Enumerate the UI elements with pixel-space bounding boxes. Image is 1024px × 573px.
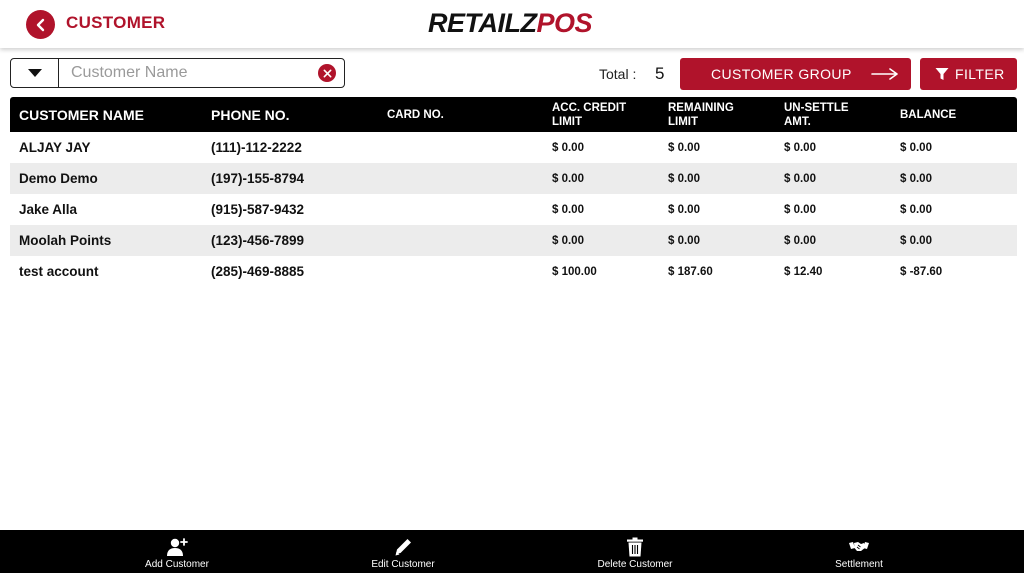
cell-customer-name: Moolah Points xyxy=(19,233,112,248)
handshake-icon xyxy=(849,542,869,551)
customer-name-search-input[interactable] xyxy=(59,59,318,87)
delete-customer-label: Delete Customer xyxy=(597,559,673,570)
column-header-card-no[interactable]: CARD NO. xyxy=(387,97,444,132)
column-header-phone[interactable]: PHONE NO. xyxy=(211,97,290,132)
column-header-balance[interactable]: BALANCE xyxy=(900,97,956,132)
close-icon xyxy=(323,69,331,77)
filter-button[interactable]: FILTER xyxy=(920,58,1017,90)
cell-balance: $ 0.00 xyxy=(900,172,932,185)
cell-phone: (285)-469-8885 xyxy=(211,264,305,279)
cell-balance: $ 0.00 xyxy=(900,141,932,154)
trash-icon xyxy=(627,537,643,557)
brand-logo-part1: RETAILZ xyxy=(428,8,537,38)
cell-credit-limit: $ 0.00 xyxy=(552,141,584,154)
cell-customer-name: Jake Alla xyxy=(19,202,78,217)
cell-unsettle-amt: $ 0.00 xyxy=(784,141,816,154)
cell-balance: $ 0.00 xyxy=(900,203,932,216)
back-button[interactable] xyxy=(26,10,55,39)
arrow-right-icon xyxy=(871,68,898,80)
table-row[interactable]: Moolah Points (123)-456-7899 $ 0.00 $ 0.… xyxy=(10,225,1017,256)
total-label: Total : xyxy=(599,66,637,82)
chevron-left-icon xyxy=(36,18,44,31)
filter-label: FILTER xyxy=(955,66,1005,82)
column-header-customer-name[interactable]: CUSTOMER NAME xyxy=(19,97,144,132)
table-row[interactable]: Demo Demo (197)-155-8794 $ 0.00 $ 0.00 $… xyxy=(10,163,1017,194)
cell-customer-name: Demo Demo xyxy=(19,171,98,186)
caret-down-icon xyxy=(27,69,42,77)
search-type-dropdown[interactable] xyxy=(11,59,59,87)
cell-unsettle-amt: $ 0.00 xyxy=(784,234,816,247)
customer-group-button[interactable]: CUSTOMER GROUP xyxy=(680,58,911,90)
column-header-remaining-limit[interactable]: REMAINING LIMIT xyxy=(668,97,748,132)
cell-credit-limit: $ 0.00 xyxy=(552,172,584,185)
customer-group-label: CUSTOMER GROUP xyxy=(711,66,852,82)
cell-remaining-limit: $ 0.00 xyxy=(668,234,700,247)
column-header-unsettle-amt[interactable]: UN-SETTLE AMT. xyxy=(784,97,864,132)
cell-remaining-limit: $ 0.00 xyxy=(668,141,700,154)
clear-search-button[interactable] xyxy=(318,64,336,82)
settlement-button[interactable]: Settlement xyxy=(779,530,939,573)
cell-credit-limit: $ 100.00 xyxy=(552,265,597,278)
column-header-credit-limit[interactable]: ACC. CREDIT LIMIT xyxy=(552,97,642,132)
table-row[interactable]: Jake Alla (915)-587-9432 $ 0.00 $ 0.00 $… xyxy=(10,194,1017,225)
cell-phone: (123)-456-7899 xyxy=(211,233,305,248)
cell-phone: (197)-155-8794 xyxy=(211,171,305,186)
cell-unsettle-amt: $ 0.00 xyxy=(784,203,816,216)
settlement-label: Settlement xyxy=(835,559,883,570)
cell-phone: (111)-112-2222 xyxy=(211,140,302,155)
page-title: CUSTOMER xyxy=(66,13,166,32)
filter-icon xyxy=(935,68,949,80)
brand-logo: RETAILZPOS xyxy=(428,8,593,39)
app-header: CUSTOMER RETAILZPOS xyxy=(0,0,1024,48)
cell-remaining-limit: $ 0.00 xyxy=(668,172,700,185)
cell-phone: (915)-587-9432 xyxy=(211,202,305,217)
edit-customer-label: Edit Customer xyxy=(371,559,435,570)
add-customer-button[interactable]: Add Customer xyxy=(97,530,257,573)
cell-balance: $ 0.00 xyxy=(900,234,932,247)
add-customer-label: Add Customer xyxy=(145,559,209,570)
cell-remaining-limit: $ 0.00 xyxy=(668,203,700,216)
cell-customer-name: test account xyxy=(19,264,99,279)
cell-credit-limit: $ 0.00 xyxy=(552,234,584,247)
customer-table: CUSTOMER NAME PHONE NO. CARD NO. ACC. CR… xyxy=(10,97,1017,287)
cell-balance: $ -87.60 xyxy=(900,265,943,278)
cell-unsettle-amt: $ 0.00 xyxy=(784,172,816,185)
search-bar xyxy=(10,58,345,88)
cell-unsettle-amt: $ 12.40 xyxy=(784,265,823,278)
cell-credit-limit: $ 0.00 xyxy=(552,203,584,216)
cell-customer-name: ALJAY JAY xyxy=(19,140,91,155)
add-user-icon xyxy=(167,538,188,556)
brand-logo-part2: POS xyxy=(536,8,593,38)
cell-remaining-limit: $ 187.60 xyxy=(668,265,713,278)
bottom-action-bar: Add Customer Edit Customer Delete Custom… xyxy=(0,530,1024,573)
pencil-icon xyxy=(395,539,411,556)
edit-customer-button[interactable]: Edit Customer xyxy=(323,530,483,573)
table-row[interactable]: ALJAY JAY (111)-112-2222 $ 0.00 $ 0.00 $… xyxy=(10,132,1017,163)
table-header: CUSTOMER NAME PHONE NO. CARD NO. ACC. CR… xyxy=(10,97,1017,132)
table-row[interactable]: test account (285)-469-8885 $ 100.00 $ 1… xyxy=(10,256,1017,287)
delete-customer-button[interactable]: Delete Customer xyxy=(555,530,715,573)
total-count: 5 xyxy=(655,64,665,83)
